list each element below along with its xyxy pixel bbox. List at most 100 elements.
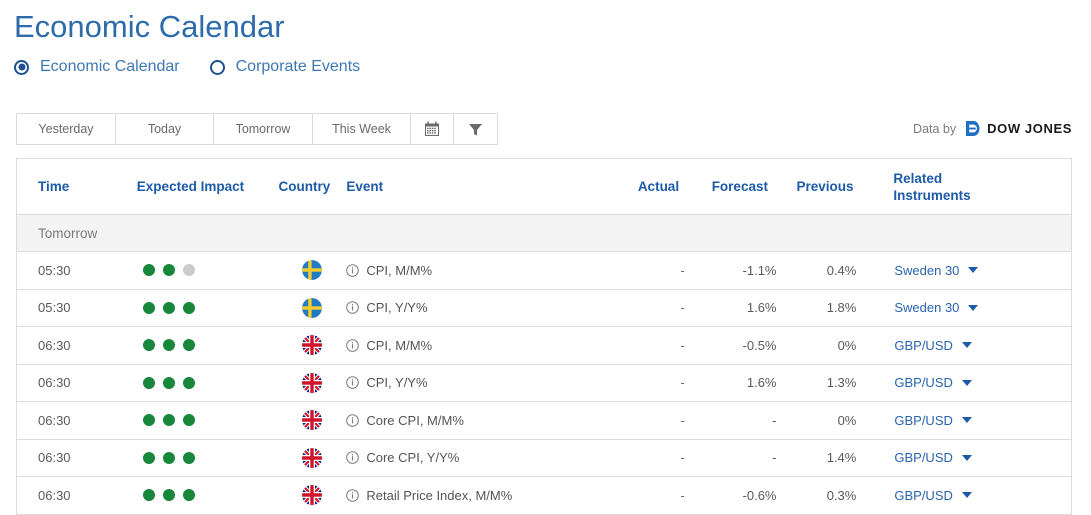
- cell-previous: 0%: [789, 338, 877, 353]
- related-instrument-link[interactable]: GBP/USD: [894, 450, 953, 465]
- cell-expected-impact: [137, 489, 279, 501]
- related-instrument-link[interactable]: Sweden 30: [894, 263, 959, 278]
- cell-country: [279, 485, 347, 505]
- related-instrument-link[interactable]: GBP/USD: [894, 413, 953, 428]
- related-header-line-2: Instruments: [893, 188, 970, 203]
- table-row[interactable]: 06:30CPI, M/M%--0.5%0%GBP/USD: [17, 327, 1071, 365]
- cell-country: [279, 448, 347, 468]
- chevron-down-icon[interactable]: [962, 492, 972, 498]
- impact-dot: [163, 452, 175, 464]
- chevron-down-icon[interactable]: [968, 267, 978, 273]
- impact-dot: [163, 264, 175, 276]
- economic-calendar-table: Time Expected Impact Country Event Actua…: [16, 158, 1072, 515]
- flag-sweden-icon: [302, 298, 322, 318]
- info-icon[interactable]: [346, 376, 359, 389]
- table-row[interactable]: 06:30Core CPI, M/M%--0%GBP/USD: [17, 402, 1071, 440]
- radio-corporate-events[interactable]: Corporate Events: [210, 58, 361, 76]
- table-row[interactable]: 06:30Retail Price Index, M/M%--0.6%0.3%G…: [17, 477, 1071, 515]
- cell-forecast: -1.1%: [703, 263, 789, 278]
- table-row[interactable]: 06:30Core CPI, Y/Y%--1.4%GBP/USD: [17, 440, 1071, 478]
- event-name: Retail Price Index, M/M%: [366, 488, 512, 503]
- table-row[interactable]: 05:30CPI, M/M%--1.1%0.4%Sweden 30: [17, 252, 1071, 290]
- expected-impact-dots: [137, 377, 279, 389]
- cell-event: CPI, M/M%: [346, 263, 622, 278]
- cell-time: 06:30: [17, 450, 137, 465]
- table-body: 05:30CPI, M/M%--1.1%0.4%Sweden 3005:30CP…: [17, 252, 1071, 515]
- table-row[interactable]: 05:30CPI, Y/Y%-1.6%1.8%Sweden 30: [17, 290, 1071, 328]
- radio-selected-icon: [14, 60, 29, 75]
- column-header-time[interactable]: Time: [17, 179, 137, 194]
- cell-forecast: -: [703, 450, 789, 465]
- column-header-event[interactable]: Event: [346, 179, 622, 194]
- impact-dot: [143, 377, 155, 389]
- impact-dot: [183, 414, 195, 426]
- calendar-picker-button[interactable]: [411, 114, 454, 144]
- chevron-down-icon[interactable]: [962, 417, 972, 423]
- radio-economic-calendar-label: Economic Calendar: [40, 58, 180, 76]
- info-icon[interactable]: [346, 264, 359, 277]
- tomorrow-button[interactable]: Tomorrow: [214, 114, 313, 144]
- radio-economic-calendar[interactable]: Economic Calendar: [14, 58, 180, 76]
- cell-expected-impact: [137, 302, 279, 314]
- cell-forecast: 1.6%: [703, 300, 789, 315]
- expected-impact-dots: [137, 489, 279, 501]
- dow-jones-wordmark: DOW JONES: [987, 121, 1072, 136]
- impact-dot: [183, 489, 195, 501]
- column-header-actual[interactable]: Actual: [623, 179, 703, 194]
- impact-dot: [183, 452, 195, 464]
- radio-unselected-icon: [210, 60, 225, 75]
- impact-dot: [163, 377, 175, 389]
- impact-dot: [143, 264, 155, 276]
- event-name: Core CPI, M/M%: [366, 413, 464, 428]
- cell-forecast: -: [703, 413, 789, 428]
- cell-time: 06:30: [17, 488, 137, 503]
- cell-related-instruments: GBP/USD: [876, 413, 1071, 428]
- cell-expected-impact: [137, 414, 279, 426]
- cell-related-instruments: GBP/USD: [876, 488, 1071, 503]
- page-title: Economic Calendar: [14, 6, 285, 48]
- cell-actual: -: [623, 488, 703, 503]
- cell-forecast: 1.6%: [703, 375, 789, 390]
- related-instrument-link[interactable]: GBP/USD: [894, 488, 953, 503]
- related-instrument-link[interactable]: Sweden 30: [894, 300, 959, 315]
- event-name: CPI, M/M%: [366, 263, 432, 278]
- expected-impact-dots: [137, 414, 279, 426]
- yesterday-button[interactable]: Yesterday: [17, 114, 116, 144]
- table-row[interactable]: 06:30CPI, Y/Y%-1.6%1.3%GBP/USD: [17, 365, 1071, 403]
- related-instrument-link[interactable]: GBP/USD: [894, 375, 953, 390]
- info-icon[interactable]: [346, 414, 359, 427]
- column-header-previous[interactable]: Previous: [789, 179, 877, 194]
- column-header-expected-impact[interactable]: Expected Impact: [137, 179, 279, 194]
- table-header-row: Time Expected Impact Country Event Actua…: [17, 159, 1071, 215]
- chevron-down-icon[interactable]: [962, 342, 972, 348]
- cell-actual: -: [623, 300, 703, 315]
- filter-button[interactable]: [454, 114, 497, 144]
- column-header-country[interactable]: Country: [279, 179, 347, 194]
- impact-dot: [163, 302, 175, 314]
- info-icon[interactable]: [346, 339, 359, 352]
- related-instrument-link[interactable]: GBP/USD: [894, 338, 953, 353]
- flag-united-kingdom-icon: [302, 448, 322, 468]
- data-by-label: Data by: [913, 122, 956, 136]
- cell-country: [279, 410, 347, 430]
- today-button[interactable]: Today: [116, 114, 214, 144]
- chevron-down-icon[interactable]: [962, 380, 972, 386]
- group-header-row: Tomorrow: [17, 215, 1071, 252]
- cell-expected-impact: [137, 377, 279, 389]
- this-week-button[interactable]: This Week: [313, 114, 411, 144]
- event-name: Core CPI, Y/Y%: [366, 450, 459, 465]
- chevron-down-icon[interactable]: [962, 455, 972, 461]
- cell-forecast: -0.6%: [703, 488, 789, 503]
- expected-impact-dots: [137, 452, 279, 464]
- cell-country: [279, 298, 347, 318]
- expected-impact-dots: [137, 264, 279, 276]
- cell-country: [279, 260, 347, 280]
- column-header-related-instruments[interactable]: Related Instruments: [876, 170, 1071, 204]
- cell-event: Core CPI, M/M%: [346, 413, 622, 428]
- chevron-down-icon[interactable]: [968, 305, 978, 311]
- event-name: CPI, Y/Y%: [366, 300, 427, 315]
- info-icon[interactable]: [346, 301, 359, 314]
- info-icon[interactable]: [346, 451, 359, 464]
- column-header-forecast[interactable]: Forecast: [703, 179, 789, 194]
- impact-dot: [143, 339, 155, 351]
